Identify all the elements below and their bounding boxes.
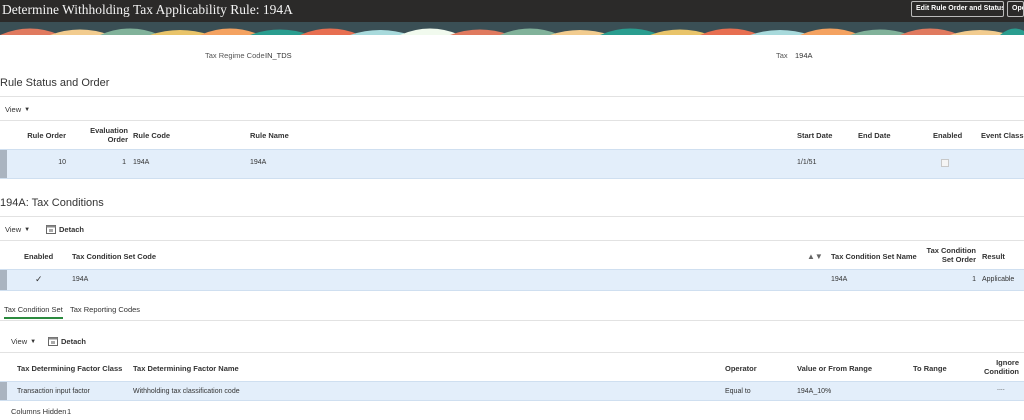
tax-value: 194A xyxy=(795,51,813,60)
divider xyxy=(0,352,1024,353)
col-end-date[interactable]: End Date xyxy=(858,131,891,140)
divider xyxy=(0,96,1024,97)
view-label: View xyxy=(11,337,28,346)
tab-tax-reporting-codes[interactable]: Tax Reporting Codes xyxy=(70,305,140,314)
col-evaluation-order-line1[interactable]: Evaluation xyxy=(80,126,128,135)
col-enabled[interactable]: Enabled xyxy=(24,252,53,261)
col-start-date[interactable]: Start Date xyxy=(797,131,832,140)
rule-view-menu[interactable]: View ▼ xyxy=(5,105,30,114)
tax-label: Tax xyxy=(776,51,788,60)
evaluation-order-cell: 1 xyxy=(122,159,126,166)
col-set-order-line1[interactable]: Tax Condition xyxy=(920,246,976,255)
operator-cell: Equal to xyxy=(725,388,751,395)
divider xyxy=(0,216,1024,217)
divider xyxy=(0,120,1024,121)
conditions-view-menu[interactable]: View ▼ xyxy=(5,225,30,234)
col-event-class[interactable]: Event Class xyxy=(981,131,1024,140)
from-range-cell: 194A_10% xyxy=(797,388,832,395)
rule-order-cell: 10 xyxy=(58,159,66,166)
tax-regime-code-label: Tax Regime Code xyxy=(205,51,265,60)
factor-name-cell: Withholding tax classification code xyxy=(133,388,240,395)
conditions-detach-button[interactable]: Detach xyxy=(46,225,84,234)
col-factor-name[interactable]: Tax Determining Factor Name xyxy=(133,364,239,373)
result-cell: Applicable xyxy=(982,276,1015,283)
factor-class-cell: Transaction input factor xyxy=(17,388,90,395)
set-name-cell: 194A xyxy=(831,276,848,283)
columns-hidden-label: Columns Hidden xyxy=(11,407,67,416)
factor-view-menu[interactable]: View ▼ xyxy=(11,337,36,346)
view-label: View xyxy=(5,225,22,234)
col-factor-class[interactable]: Tax Determining Factor Class xyxy=(17,364,122,373)
ignore-condition-cell: .... xyxy=(997,385,1005,392)
enabled-checkmark-icon: ✓ xyxy=(35,274,43,284)
detach-label: Detach xyxy=(59,225,85,234)
tax-regime-code-value: IN_TDS xyxy=(265,51,292,60)
sort-icon[interactable]: ▲▼ xyxy=(807,252,823,261)
set-code-cell: 194A xyxy=(72,276,89,283)
col-set-order-line2[interactable]: Set Order xyxy=(920,255,976,264)
columns-hidden-count: 1 xyxy=(67,407,72,416)
col-evaluation-order-line2[interactable]: Order xyxy=(80,135,128,144)
row-selection-marker xyxy=(0,382,7,400)
chevron-down-icon: ▼ xyxy=(24,106,31,113)
col-rule-name[interactable]: Rule Name xyxy=(250,131,289,140)
col-value-or-from-range[interactable]: Value or From Range xyxy=(797,364,872,373)
col-ignore-condition-line1[interactable]: Ignore xyxy=(975,358,1019,367)
col-ignore-condition-line2[interactable]: Condition xyxy=(975,367,1019,376)
enabled-checkbox[interactable] xyxy=(941,159,949,167)
header-decorative-pattern xyxy=(0,22,1024,35)
table-row[interactable] xyxy=(0,149,1024,179)
col-rule-code[interactable]: Rule Code xyxy=(133,131,170,140)
page-header: Determine Withholding Tax Applicability … xyxy=(0,0,1024,35)
detach-icon xyxy=(46,225,56,234)
open-button[interactable]: Ope xyxy=(1007,1,1024,17)
col-result[interactable]: Result xyxy=(982,252,1005,261)
divider xyxy=(0,240,1024,241)
edit-rule-order-button[interactable]: Edit Rule Order and Status xyxy=(911,1,1004,17)
detach-icon xyxy=(48,337,58,346)
rule-status-section-title: Rule Status and Order xyxy=(0,77,110,89)
start-date-cell: 1/1/51 xyxy=(797,159,817,166)
col-to-range[interactable]: To Range xyxy=(913,364,947,373)
rule-name-cell: 194A xyxy=(250,159,267,166)
chevron-down-icon: ▼ xyxy=(24,226,31,233)
col-tax-condition-set-code[interactable]: Tax Condition Set Code xyxy=(72,252,156,261)
col-enabled[interactable]: Enabled xyxy=(933,131,962,140)
row-selection-marker xyxy=(0,270,7,290)
col-operator[interactable]: Operator xyxy=(725,364,757,373)
rule-code-cell: 194A xyxy=(133,159,150,166)
set-order-cell: 1 xyxy=(972,276,976,283)
tax-conditions-section-title: 194A: Tax Conditions xyxy=(0,197,104,209)
chevron-down-icon: ▼ xyxy=(30,338,37,345)
view-label: View xyxy=(5,105,22,114)
detach-label: Detach xyxy=(61,337,87,346)
factor-detach-button[interactable]: Detach xyxy=(48,337,86,346)
col-rule-order[interactable]: Rule Order xyxy=(20,131,66,140)
row-selection-marker xyxy=(0,150,7,178)
page-title: Determine Withholding Tax Applicability … xyxy=(2,2,293,17)
table-row[interactable] xyxy=(0,269,1024,291)
tab-tax-condition-set[interactable]: Tax Condition Set xyxy=(4,305,63,319)
col-tax-condition-set-name[interactable]: Tax Condition Set Name xyxy=(831,252,917,261)
tabs-divider xyxy=(0,320,1024,321)
